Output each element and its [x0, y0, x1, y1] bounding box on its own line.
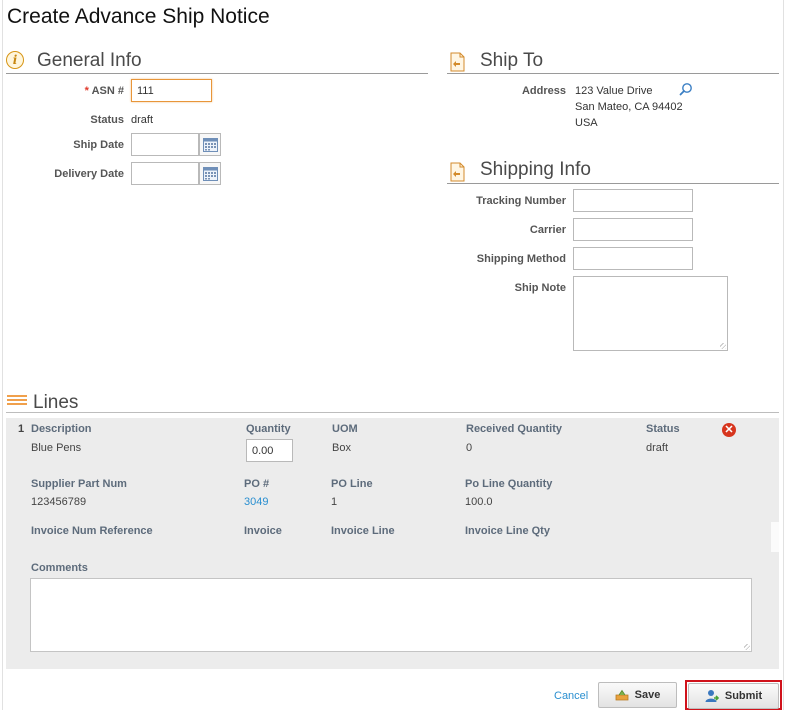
ship-date-calendar-button[interactable]	[199, 133, 221, 156]
quantity-input[interactable]	[246, 439, 293, 462]
save-button-label: Save	[634, 689, 661, 701]
ship-date-label: Ship Date	[73, 139, 124, 151]
info-icon: i	[6, 51, 24, 69]
lines-icon	[7, 395, 27, 407]
address-label: Address	[521, 85, 566, 97]
asn-input[interactable]	[131, 79, 212, 102]
status-header: Status	[646, 423, 680, 435]
description-header: Description	[31, 423, 92, 435]
save-icon	[615, 689, 629, 701]
cancel-link[interactable]: Cancel	[554, 690, 588, 702]
general-info-divider	[6, 73, 428, 74]
status-value-line: draft	[646, 442, 669, 454]
po-line-quantity-header: Po Line Quantity	[465, 478, 553, 490]
remove-line-button[interactable]: ✕	[722, 423, 736, 437]
ship-note-textarea[interactable]	[573, 276, 728, 351]
supplier-part-num-header: Supplier Part Num	[31, 478, 127, 490]
required-mark: *	[84, 85, 89, 97]
user-submit-icon	[705, 690, 719, 702]
ship-date-input[interactable]	[131, 133, 199, 156]
lines-title: Lines	[33, 392, 79, 413]
calendar-icon	[203, 138, 218, 152]
po-line-value: 1	[331, 496, 338, 508]
description-value: Blue Pens	[31, 442, 82, 454]
asn-label-text: ASN #	[91, 85, 124, 97]
calendar-icon	[203, 167, 218, 181]
address-line-2: San Mateo, CA 94402	[575, 101, 683, 113]
search-icon[interactable]	[679, 82, 693, 96]
general-info-title: General Info	[37, 50, 142, 71]
carrier-label: Carrier	[529, 224, 566, 236]
shipping-info-title: Shipping Info	[480, 159, 591, 180]
delivery-date-input[interactable]	[131, 162, 199, 185]
ship-to-document-icon	[450, 52, 465, 72]
comments-header: Comments	[31, 562, 88, 574]
page-title: Create Advance Ship Notice	[7, 5, 270, 28]
quantity-header: Quantity	[246, 423, 291, 435]
shipping-info-divider	[447, 183, 779, 184]
shipping-info-document-icon	[450, 162, 465, 182]
tracking-number-label: Tracking Number	[476, 195, 566, 207]
shipping-method-input[interactable]	[573, 247, 693, 270]
scrollbar-thumb[interactable]	[771, 522, 779, 552]
delivery-date-label: Delivery Date	[54, 168, 124, 180]
submit-button-label: Submit	[724, 690, 763, 702]
ship-to-divider	[447, 73, 779, 74]
po-line-header: PO Line	[331, 478, 373, 490]
uom-header: UOM	[332, 423, 358, 435]
ship-note-label: Ship Note	[514, 282, 566, 294]
comments-resize-handle[interactable]	[744, 644, 750, 650]
address-line-1: 123 Value Drive	[575, 85, 653, 97]
po-line-quantity-value: 100.0	[465, 496, 493, 508]
save-button[interactable]: Save	[598, 682, 677, 708]
invoice-num-reference-header: Invoice Num Reference	[31, 525, 153, 537]
received-quantity-value: 0	[466, 442, 473, 454]
carrier-input[interactable]	[573, 218, 693, 241]
shipping-method-label: Shipping Method	[476, 253, 566, 265]
supplier-part-num-value: 123456789	[31, 496, 87, 508]
status-value: draft	[131, 114, 154, 126]
frame-border-left	[2, 0, 3, 710]
ship-to-title: Ship To	[480, 50, 544, 71]
delivery-date-calendar-button[interactable]	[199, 162, 221, 185]
invoice-line-header: Invoice Line	[331, 525, 395, 537]
tracking-number-input[interactable]	[573, 189, 693, 212]
submit-button[interactable]: Submit	[688, 683, 779, 709]
lines-divider	[6, 412, 779, 413]
uom-value: Box	[332, 442, 351, 454]
comments-textarea[interactable]	[30, 578, 752, 652]
ship-note-resize-handle[interactable]	[720, 343, 726, 349]
invoice-line-qty-header: Invoice Line Qty	[465, 525, 550, 537]
line-number: 1	[18, 423, 25, 435]
address-line-3: USA	[575, 117, 598, 129]
invoice-header: Invoice	[244, 525, 282, 537]
po-number-link[interactable]: 3049	[244, 496, 268, 508]
received-quantity-header: Received Quantity	[466, 423, 562, 435]
status-label: Status	[90, 114, 124, 126]
frame-border-right	[783, 0, 784, 710]
asn-label: * ASN #	[60, 85, 124, 97]
po-number-header: PO #	[244, 478, 270, 490]
